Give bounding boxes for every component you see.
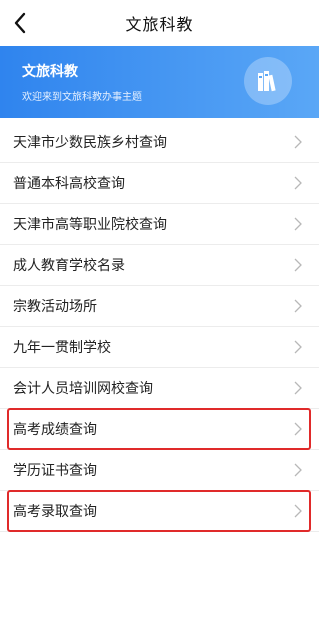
list-item[interactable]: 普通本科高校查询: [0, 163, 319, 204]
list-item-label: 天津市少数民族乡村查询: [13, 135, 167, 151]
list-item-label: 天津市高等职业院校查询: [13, 217, 167, 233]
chevron-right-icon: [294, 176, 302, 190]
list-item-label: 成人教育学校名录: [13, 258, 125, 274]
banner-subtitle: 欢迎来到文旅科教办事主题: [22, 92, 142, 103]
banner-title: 文旅科教: [22, 64, 78, 80]
list-item[interactable]: 九年一贯制学校: [0, 327, 319, 368]
chevron-right-icon: [294, 135, 302, 149]
list-item[interactable]: 天津市高等职业院校查询: [0, 204, 319, 245]
chevron-right-icon: [294, 504, 302, 518]
chevron-right-icon: [294, 217, 302, 231]
nav-bar: 文旅科教: [0, 0, 319, 46]
list-item[interactable]: 成人教育学校名录: [0, 245, 319, 286]
list-item-label: 学历证书查询: [13, 463, 97, 479]
chevron-right-icon: [294, 422, 302, 436]
page-title: 文旅科教: [125, 15, 194, 34]
chevron-right-icon: [294, 463, 302, 477]
chevron-right-icon: [294, 258, 302, 272]
list-item[interactable]: 天津市少数民族乡村查询: [0, 122, 319, 163]
service-list: 天津市少数民族乡村查询 普通本科高校查询 天津市高等职业院校查询 成人教育学校名…: [0, 122, 319, 532]
chevron-right-icon: [294, 299, 302, 313]
list-item-label: 会计人员培训网校查询: [13, 381, 153, 397]
list-item-highlighted[interactable]: 高考录取查询: [0, 490, 319, 532]
chevron-right-icon: [294, 340, 302, 354]
list-item-label: 普通本科高校查询: [13, 176, 125, 192]
books-emblem-icon: [244, 57, 292, 105]
list-item[interactable]: 学历证书查询: [0, 450, 319, 491]
list-item-label: 九年一贯制学校: [13, 340, 111, 356]
list-item-label: 高考成绩查询: [13, 422, 97, 438]
banner: 文旅科教 欢迎来到文旅科教办事主题: [0, 46, 319, 118]
list-item-label: 高考录取查询: [13, 504, 97, 520]
list-item[interactable]: 会计人员培训网校查询: [0, 368, 319, 409]
back-button[interactable]: [8, 9, 32, 37]
list-item-highlighted[interactable]: 高考成绩查询: [0, 408, 319, 450]
list-item-label: 宗教活动场所: [13, 299, 97, 315]
chevron-right-icon: [294, 381, 302, 395]
chevron-left-icon: [14, 12, 26, 34]
list-item[interactable]: 宗教活动场所: [0, 286, 319, 327]
